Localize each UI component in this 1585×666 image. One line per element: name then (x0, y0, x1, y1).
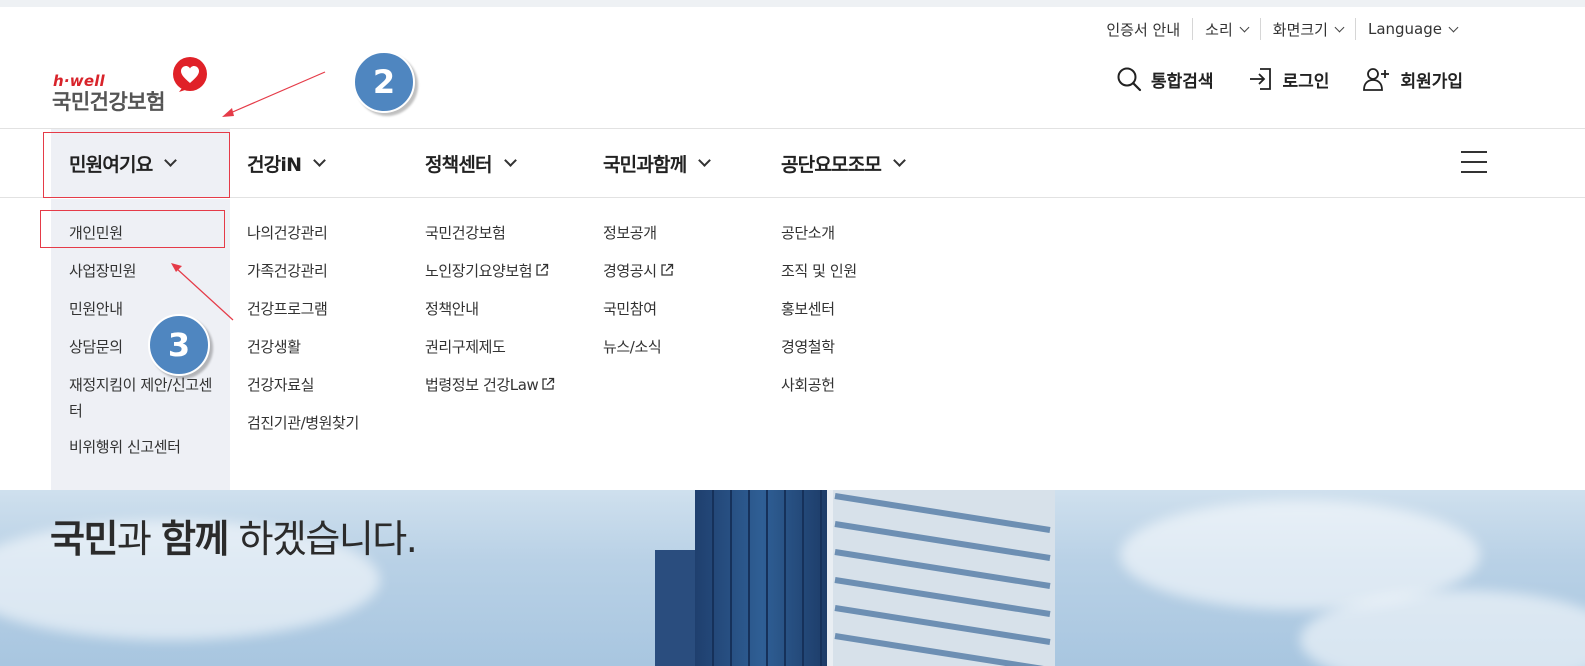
signup-button[interactable]: 회원가입 (1363, 66, 1463, 92)
menu-item-national-health-insurance[interactable]: 국민건강보험 (425, 224, 555, 262)
menu-item-family-health[interactable]: 가족건강관리 (247, 262, 359, 300)
annotation-highlight-nav (43, 132, 230, 198)
nav-label: 건강iN (247, 153, 302, 176)
login-icon (1249, 68, 1271, 90)
menu-item-corporation-intro[interactable]: 공단소개 (781, 224, 857, 262)
language-label: Language (1367, 20, 1442, 38)
nav-label: 공단요모조모 (781, 153, 882, 176)
chevron-down-icon (1239, 22, 1250, 32)
mega-menu: 개인민원 사업장민원 민원안내 상담문의 재정지킴이 제안/신고센터 비위행위 … (0, 199, 1585, 490)
search-label: 통합검색 (1150, 71, 1214, 92)
search-icon (1117, 67, 1142, 92)
menu-column-about: 공단소개 조직 및 인원 홍보센터 경영철학 사회공헌 (781, 224, 857, 414)
external-link-icon (660, 263, 673, 276)
certificate-guide-link[interactable]: 인증서 안내 (1094, 18, 1192, 40)
screen-size-label: 화면크기 (1272, 20, 1328, 39)
menu-item-management-disclosure[interactable]: 경영공시 (603, 262, 674, 300)
nav-item-about-corporation[interactable]: 공단요모조모 (781, 129, 906, 197)
certificate-guide-label: 인증서 안내 (1106, 20, 1181, 39)
menu-item-social-contribution[interactable]: 사회공헌 (781, 376, 857, 414)
screen-size-dropdown[interactable]: 화면크기 (1259, 18, 1355, 40)
chevron-down-icon (1334, 22, 1345, 32)
main-navigation: 민원여기요 건강iN 정책센터 국민과함께 공단요모조모 (0, 128, 1585, 198)
nav-item-health-in[interactable]: 건강iN (247, 129, 327, 197)
menu-item-management-philosophy[interactable]: 경영철학 (781, 338, 857, 376)
menu-item-rights-relief[interactable]: 권리구제제도 (425, 338, 555, 376)
menu-item-health-archive[interactable]: 건강자료실 (247, 376, 359, 414)
menu-column-health-in: 나의건강관리 가족건강관리 건강프로그램 건강생활 건강자료실 검진기관/병원찾… (247, 224, 359, 452)
logo-name: 국민건강보험 (52, 90, 165, 114)
external-link-icon (542, 377, 555, 390)
menu-item-news[interactable]: 뉴스/소식 (603, 338, 674, 376)
sound-label: 소리 (1205, 20, 1233, 39)
menu-item-organization[interactable]: 조직 및 인원 (781, 262, 857, 300)
chevron-down-icon (698, 153, 712, 167)
menu-item-business-petition[interactable]: 사업장민원 (69, 262, 217, 300)
chevron-down-icon (503, 153, 517, 167)
nav-label: 국민과함께 (603, 153, 687, 176)
signup-label: 회원가입 (1400, 71, 1463, 92)
menu-icon[interactable] (1461, 151, 1487, 173)
annotation-step-badge: 3 (148, 314, 210, 376)
login-button[interactable]: 로그인 (1248, 66, 1330, 92)
building-image (655, 490, 1055, 666)
menu-item-health-life[interactable]: 건강생활 (247, 338, 359, 376)
chevron-down-icon (893, 153, 906, 167)
menu-item-health-law[interactable]: 법령정보 건강Law (425, 376, 555, 414)
chevron-down-icon (1448, 22, 1459, 32)
nav-label: 정책센터 (425, 153, 493, 176)
menu-item-finance-guard-report[interactable]: 재정지킴이 제안/신고센터 (69, 372, 217, 438)
site-logo[interactable]: h·well 국민건강보험 (52, 56, 212, 114)
menu-item-label: 노인장기요양보험 (425, 262, 533, 280)
menu-item-citizen-participation[interactable]: 국민참여 (603, 300, 674, 338)
menu-item-information-disclosure[interactable]: 정보공개 (603, 224, 674, 262)
annotation-highlight-menu-item (40, 210, 225, 248)
nav-item-with-citizens[interactable]: 국민과함께 (603, 129, 712, 197)
menu-column-policy-center: 국민건강보험 노인장기요양보험 정책안내 권리구제제도 법령정보 건강Law (425, 224, 555, 414)
menu-item-pr-center[interactable]: 홍보센터 (781, 300, 857, 338)
heart-logo-icon (173, 57, 207, 92)
menu-item-policy-guide[interactable]: 정책안내 (425, 300, 555, 338)
menu-item-my-health[interactable]: 나의건강관리 (247, 224, 359, 262)
top-strip (0, 0, 1585, 7)
hero-banner: 국민과 함께 하겠습니다. (0, 490, 1585, 666)
add-user-icon (1363, 68, 1390, 91)
menu-item-label: 경영공시 (603, 262, 657, 280)
integrated-search-button[interactable]: 통합검색 (1116, 66, 1214, 92)
header-actions: 통합검색 로그인 회원가입 (1082, 66, 1463, 92)
external-link-icon (536, 263, 549, 276)
annotation-step-badge: 2 (353, 51, 415, 113)
menu-item-label: 법령정보 건강Law (425, 376, 539, 394)
menu-item-health-program[interactable]: 건강프로그램 (247, 300, 359, 338)
nav-item-policy-center[interactable]: 정책센터 (425, 129, 517, 197)
login-label: 로그인 (1282, 71, 1330, 92)
sound-dropdown[interactable]: 소리 (1192, 18, 1260, 40)
utility-bar: 인증서 안내 소리 화면크기 Language (1094, 18, 1469, 40)
chevron-down-icon (313, 153, 327, 167)
hero-tagline: 국민과 함께 하겠습니다. (50, 517, 418, 561)
menu-item-find-hospital[interactable]: 검진기관/병원찾기 (247, 414, 359, 452)
menu-item-misconduct-report[interactable]: 비위행위 신고센터 (69, 438, 217, 476)
menu-column-with-citizens: 정보공개 경영공시 국민참여 뉴스/소식 (603, 224, 674, 376)
language-dropdown[interactable]: Language (1354, 18, 1469, 40)
menu-item-long-term-care[interactable]: 노인장기요양보험 (425, 262, 555, 300)
